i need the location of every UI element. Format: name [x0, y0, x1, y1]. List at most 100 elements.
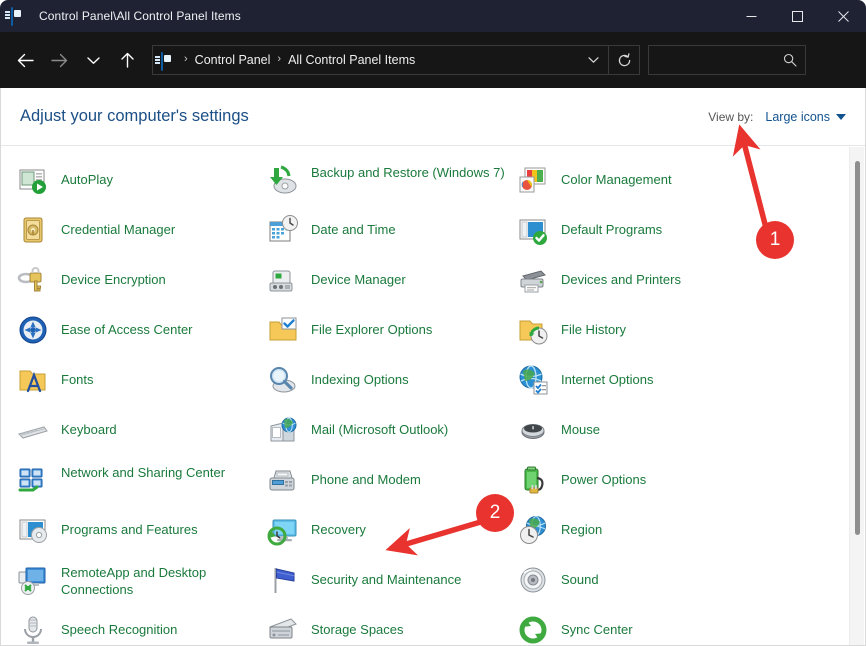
- speech-recognition-icon: [17, 614, 49, 645]
- control-panel-item-sound[interactable]: Sound: [517, 562, 767, 612]
- control-panel-icon: [161, 53, 177, 67]
- back-arrow-icon[interactable]: [8, 43, 42, 77]
- address-bar[interactable]: › Control Panel › All Control Panel Item…: [152, 45, 640, 75]
- breadcrumb-separator: ›: [277, 53, 281, 65]
- window-controls: [728, 0, 866, 32]
- recent-locations-chevron-down-icon[interactable]: [76, 43, 110, 77]
- control-panel-item-credential-manager[interactable]: Credential Manager: [17, 212, 267, 262]
- control-panel-item-label: Security and Maintenance: [311, 564, 461, 588]
- default-programs-icon: [517, 214, 549, 246]
- region-icon: [517, 514, 549, 546]
- file-explorer-options-icon: [267, 314, 299, 346]
- chevron-down-icon[interactable]: [836, 114, 846, 120]
- minimize-icon[interactable]: [728, 0, 774, 32]
- control-panel-item-label: Sync Center: [561, 614, 633, 638]
- control-panel-item-label: Speech Recognition: [61, 614, 177, 638]
- control-panel-item-label: Phone and Modem: [311, 464, 421, 488]
- mouse-icon: [517, 414, 549, 446]
- control-panel-item-file-history[interactable]: File History: [517, 312, 767, 362]
- control-panel-item-fonts[interactable]: Fonts: [17, 362, 267, 412]
- control-panel-item-file-explorer-options[interactable]: File Explorer Options: [267, 312, 517, 362]
- control-panel-item-label: RemoteApp and Desktop Connections: [61, 564, 257, 598]
- forward-arrow-icon[interactable]: [42, 43, 76, 77]
- control-panel-item-storage-spaces[interactable]: Storage Spaces: [267, 612, 517, 645]
- autoplay-icon: [17, 164, 49, 196]
- control-panel-item-label: Backup and Restore (Windows 7): [311, 164, 505, 181]
- device-manager-icon: [267, 264, 299, 296]
- page-title: Adjust your computer's settings: [20, 107, 249, 126]
- recovery-icon: [267, 514, 299, 546]
- breadcrumb-control-panel[interactable]: Control Panel: [195, 53, 271, 67]
- scrollbar-thumb[interactable]: [855, 161, 860, 535]
- sync-center-icon: [517, 614, 549, 645]
- mail-icon: [267, 414, 299, 446]
- breadcrumb-all-control-panel-items[interactable]: All Control Panel Items: [288, 53, 415, 67]
- control-panel-item-sync-center[interactable]: Sync Center: [517, 612, 767, 645]
- control-panel-item-keyboard[interactable]: Keyboard: [17, 412, 267, 462]
- control-panel-item-autoplay[interactable]: AutoPlay: [17, 162, 267, 212]
- control-panel-item-label: Mail (Microsoft Outlook): [311, 414, 448, 438]
- power-options-icon: [517, 464, 549, 496]
- control-panel-item-label: Device Encryption: [61, 264, 166, 288]
- page-header: Adjust your computer's settings View by:…: [1, 88, 865, 146]
- control-panel-item-date-and-time[interactable]: Date and Time: [267, 212, 517, 262]
- control-panel-item-label: Power Options: [561, 464, 646, 488]
- storage-spaces-icon: [267, 614, 299, 645]
- sound-icon: [517, 564, 549, 596]
- control-panel-item-color-management[interactable]: Color Management: [517, 162, 767, 212]
- control-panel-item-backup-and-restore-windows-7[interactable]: Backup and Restore (Windows 7): [267, 162, 517, 212]
- control-panel-item-label: Default Programs: [561, 214, 662, 238]
- control-panel-item-power-options[interactable]: Power Options: [517, 462, 767, 512]
- file-history-icon: [517, 314, 549, 346]
- navigation-toolbar: › Control Panel › All Control Panel Item…: [0, 32, 866, 88]
- date-time-icon: [267, 214, 299, 246]
- control-panel-item-region[interactable]: Region: [517, 512, 767, 562]
- search-icon[interactable]: [783, 53, 797, 67]
- address-chevron-down-icon[interactable]: [578, 46, 608, 74]
- control-panel-item-indexing-options[interactable]: Indexing Options: [267, 362, 517, 412]
- control-panel-item-devices-and-printers[interactable]: Devices and Printers: [517, 262, 767, 312]
- control-panel-item-remoteapp-and-desktop-connections[interactable]: RemoteApp and Desktop Connections: [17, 562, 267, 612]
- breadcrumb-separator: ›: [184, 53, 188, 65]
- control-panel-item-label: Indexing Options: [311, 364, 409, 388]
- control-panel-item-label: Programs and Features: [61, 514, 198, 538]
- control-panel-item-label: Mouse: [561, 414, 600, 438]
- search-input[interactable]: [656, 47, 782, 73]
- control-panel-item-label: Device Manager: [311, 264, 406, 288]
- control-panel-item-default-programs[interactable]: Default Programs: [517, 212, 767, 262]
- view-by-value[interactable]: Large icons: [765, 110, 830, 124]
- control-panel-item-label: Storage Spaces: [311, 614, 404, 638]
- control-panel-item-ease-of-access-center[interactable]: Ease of Access Center: [17, 312, 267, 362]
- control-panel-item-internet-options[interactable]: Internet Options: [517, 362, 767, 412]
- devices-printers-icon: [517, 264, 549, 296]
- control-panel-item-label: Date and Time: [311, 214, 396, 238]
- search-box[interactable]: [648, 45, 806, 75]
- control-panel-item-device-encryption[interactable]: Device Encryption: [17, 262, 267, 312]
- vertical-scrollbar[interactable]: [849, 147, 864, 645]
- control-panel-item-programs-and-features[interactable]: Programs and Features: [17, 512, 267, 562]
- control-panel-icon: [11, 8, 29, 24]
- up-arrow-icon[interactable]: [110, 43, 144, 77]
- network-sharing-icon: [17, 464, 49, 496]
- control-panel-item-recovery[interactable]: Recovery: [267, 512, 517, 562]
- control-panel-item-mail-microsoft-outlook[interactable]: Mail (Microsoft Outlook): [267, 412, 517, 462]
- control-panel-item-label: Recovery: [311, 514, 366, 538]
- fonts-icon: [17, 364, 49, 396]
- maximize-icon[interactable]: [774, 0, 820, 32]
- close-icon[interactable]: [820, 0, 866, 32]
- title-bar: Control Panel\All Control Panel Items: [0, 0, 866, 32]
- view-by-control: View by: Large icons: [708, 110, 846, 124]
- device-encryption-icon: [17, 264, 49, 296]
- control-panel-item-network-and-sharing-center[interactable]: Network and Sharing Center: [17, 462, 267, 512]
- content-pane: Adjust your computer's settings View by:…: [0, 88, 866, 646]
- control-panel-item-label: Internet Options: [561, 364, 654, 388]
- control-panel-items-area: AutoPlay Backup and Restore (Windows 7) Co…: [1, 146, 865, 645]
- control-panel-item-speech-recognition[interactable]: Speech Recognition: [17, 612, 267, 645]
- control-panel-item-label: Ease of Access Center: [61, 314, 193, 338]
- control-panel-item-security-and-maintenance[interactable]: Security and Maintenance: [267, 562, 517, 612]
- control-panel-item-device-manager[interactable]: Device Manager: [267, 262, 517, 312]
- control-panel-item-phone-and-modem[interactable]: Phone and Modem: [267, 462, 517, 512]
- control-panel-item-label: Region: [561, 514, 602, 538]
- control-panel-item-mouse[interactable]: Mouse: [517, 412, 767, 462]
- refresh-icon[interactable]: [609, 46, 639, 74]
